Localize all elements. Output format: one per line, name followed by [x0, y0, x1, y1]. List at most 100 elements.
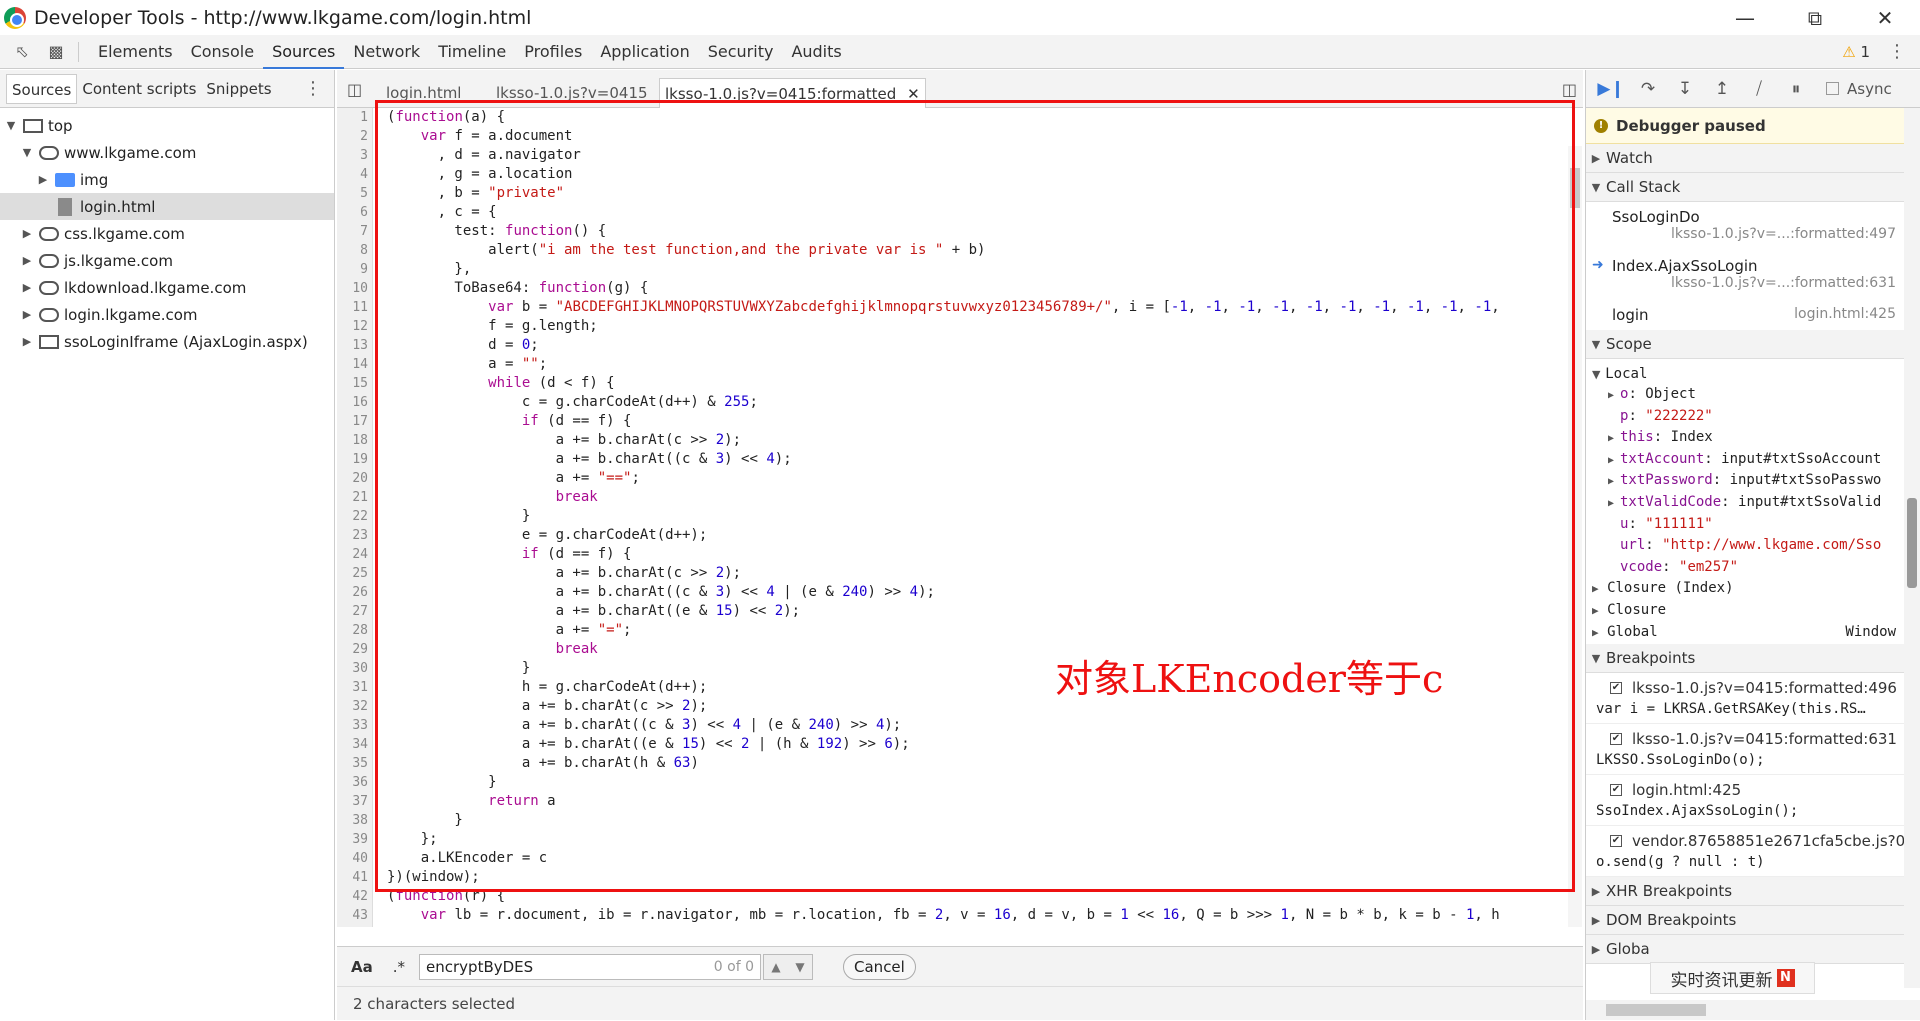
collapsed-arrow-icon[interactable]: ▶ [1608, 428, 1620, 449]
line-number[interactable]: 1 [337, 108, 372, 127]
tab-timeline[interactable]: Timeline [429, 35, 515, 69]
tree-item-domain[interactable]: ▶ js.lkgame.com [0, 247, 334, 274]
tab-security[interactable]: Security [699, 35, 783, 69]
tab-network[interactable]: Network [344, 35, 429, 69]
breakpoint-checkbox[interactable]: ✔ [1610, 784, 1622, 797]
debugger-horizontal-scrollbar[interactable] [1586, 1000, 1920, 1020]
line-number[interactable]: 38 [337, 811, 372, 830]
cancel-button[interactable]: Cancel [843, 953, 916, 980]
collapsed-arrow-icon[interactable]: ▶ [1608, 471, 1620, 492]
line-number[interactable]: 5 [337, 184, 372, 203]
scope-global[interactable]: ▶ Global Window [1592, 622, 1920, 644]
collapsed-arrow-icon[interactable]: ▶ [1608, 385, 1620, 406]
line-number[interactable]: 31 [337, 678, 372, 697]
scope-variable[interactable]: ▶ txtValidCode: input#txtSsoValid [1592, 492, 1920, 514]
toggle-debugger-icon[interactable]: ◫ [1562, 80, 1577, 99]
tree-item-login-html[interactable]: login.html [0, 193, 334, 220]
line-number[interactable]: 27 [337, 602, 372, 621]
debugger-vertical-scrollbar[interactable] [1904, 108, 1920, 988]
breakpoint-checkbox[interactable]: ✔ [1610, 733, 1622, 746]
line-number[interactable]: 40 [337, 849, 372, 868]
minimize-button[interactable]: — [1710, 0, 1780, 35]
line-number[interactable]: 18 [337, 431, 372, 450]
scope-variable[interactable]: ▶ this: Index [1592, 427, 1920, 449]
line-number[interactable]: 33 [337, 716, 372, 735]
line-number[interactable]: 22 [337, 507, 372, 526]
breakpoint-item[interactable]: ✔ lksso-1.0.js?v=0415:formatted:496 var i … [1586, 673, 1920, 725]
line-number[interactable]: 29 [337, 640, 372, 659]
scope-variable[interactable]: ▶ txtAccount: input#txtSsoAccount [1592, 449, 1920, 471]
line-number[interactable]: 11 [337, 298, 372, 317]
scope-variable[interactable]: ▶ txtPassword: input#txtSsoPasswo [1592, 470, 1920, 492]
line-number[interactable]: 9 [337, 260, 372, 279]
line-number[interactable]: 4 [337, 165, 372, 184]
scope-local[interactable]: ▼ Local [1592, 362, 1920, 384]
line-number[interactable]: 8 [337, 241, 372, 260]
collapsed-arrow-icon[interactable]: ▶ [1608, 493, 1620, 514]
deactivate-breakpoints-icon[interactable]: ⧸ [1744, 76, 1774, 102]
more-menu-icon[interactable]: ⋮ [1888, 41, 1906, 62]
close-window-button[interactable]: ✕ [1850, 0, 1920, 35]
section-call-stack[interactable]: ▼ Call Stack [1586, 173, 1920, 202]
section-watch[interactable]: ▶ Watch [1586, 144, 1920, 173]
line-number[interactable]: 41 [337, 868, 372, 887]
navigator-menu-icon[interactable]: ⋮ [304, 78, 322, 99]
collapsed-arrow-icon[interactable]: ▶ [1608, 450, 1620, 471]
line-number[interactable]: 7 [337, 222, 372, 241]
line-gutter[interactable]: 1 2 3 4 5 6 7 8 9 10 11 12 13 14 15 16 17 18 19 20 21 22 23 24 2… [337, 108, 373, 927]
line-number[interactable]: 35 [337, 754, 372, 773]
tab-profiles[interactable]: Profiles [515, 35, 591, 69]
search-next-icon[interactable]: ▼ [795, 960, 804, 974]
scope-closure[interactable]: ▶ Closure [1592, 600, 1920, 622]
line-number[interactable]: 15 [337, 374, 372, 393]
section-breakpoints[interactable]: ▼ Breakpoints [1586, 644, 1920, 674]
line-number[interactable]: 39 [337, 830, 372, 849]
maximize-button[interactable]: ⧉ [1780, 0, 1850, 35]
tree-item-img[interactable]: ▶ img [0, 166, 334, 193]
call-frame[interactable]: ➜ Index.AjaxSsoLogin lksso-1.0.js?v=...:… [1586, 257, 1920, 306]
breakpoint-item[interactable]: ✔ lksso-1.0.js?v=0415:formatted:631 LKSSO.… [1586, 724, 1920, 776]
scope-variable[interactable]: vcode: "em257" [1592, 557, 1920, 579]
line-number[interactable]: 16 [337, 393, 372, 412]
warning-counter[interactable]: ⚠ 1 [1842, 43, 1870, 61]
inspect-element-icon[interactable]: ⬁ [10, 40, 34, 64]
line-number[interactable]: 14 [337, 355, 372, 374]
tab-audits[interactable]: Audits [782, 35, 850, 69]
tree-item-domain[interactable]: ▶ lkdownload.lkgame.com [0, 274, 334, 301]
line-number[interactable]: 36 [337, 773, 372, 792]
scope-variable[interactable]: u: "111111" [1592, 514, 1920, 536]
tab-application[interactable]: Application [591, 35, 698, 69]
line-number[interactable]: 32 [337, 697, 372, 716]
line-number[interactable]: 13 [337, 336, 372, 355]
code-line[interactable]: var lb = r.document, ib = r.navigator, m… [387, 906, 1567, 925]
tab-snippets[interactable]: Snippets [201, 74, 276, 104]
tab-content-scripts[interactable]: Content scripts [77, 74, 201, 104]
line-number[interactable]: 3 [337, 146, 372, 165]
scope-closure-index[interactable]: ▶ Closure (Index) [1592, 578, 1920, 600]
section-global-listeners[interactable]: ▶ Globa [1586, 935, 1920, 965]
call-frame[interactable]: login login.html:425 [1586, 306, 1920, 330]
line-number[interactable]: 26 [337, 583, 372, 602]
section-dom-breakpoints[interactable]: ▶ DOM Breakpoints [1586, 906, 1920, 936]
tab-console[interactable]: Console [182, 35, 264, 69]
call-frame[interactable]: SsoLoginDo lksso-1.0.js?v=...:formatted:… [1586, 208, 1920, 257]
line-number[interactable]: 23 [337, 526, 372, 545]
scroll-thumb[interactable] [1606, 1004, 1706, 1016]
breakpoint-checkbox[interactable]: ✔ [1610, 682, 1622, 695]
tree-item-top[interactable]: ▼ top [0, 112, 334, 139]
line-number[interactable]: 42 [337, 887, 372, 906]
line-number[interactable]: 6 [337, 203, 372, 222]
line-number[interactable]: 10 [337, 279, 372, 298]
tab-sources-nav[interactable]: Sources [6, 73, 78, 104]
line-number[interactable]: 44 [337, 925, 372, 927]
tab-elements[interactable]: Elements [89, 35, 182, 69]
device-mode-icon[interactable]: ▩ [44, 40, 68, 64]
toggle-navigator-icon[interactable]: ◫ [347, 80, 362, 99]
async-toggle[interactable]: Async [1826, 80, 1892, 98]
line-number[interactable]: 30 [337, 659, 372, 678]
line-number[interactable]: 43 [337, 906, 372, 925]
scope-variable[interactable]: url: "http://www.lkgame.com/Sso [1592, 535, 1920, 557]
tree-item-domain[interactable]: ▼ www.lkgame.com [0, 139, 334, 166]
breakpoint-item[interactable]: ✔ vendor.87658851e2671cfa5cbe.js?0.. o.sen… [1586, 826, 1920, 878]
code-line[interactable] [387, 925, 1567, 927]
